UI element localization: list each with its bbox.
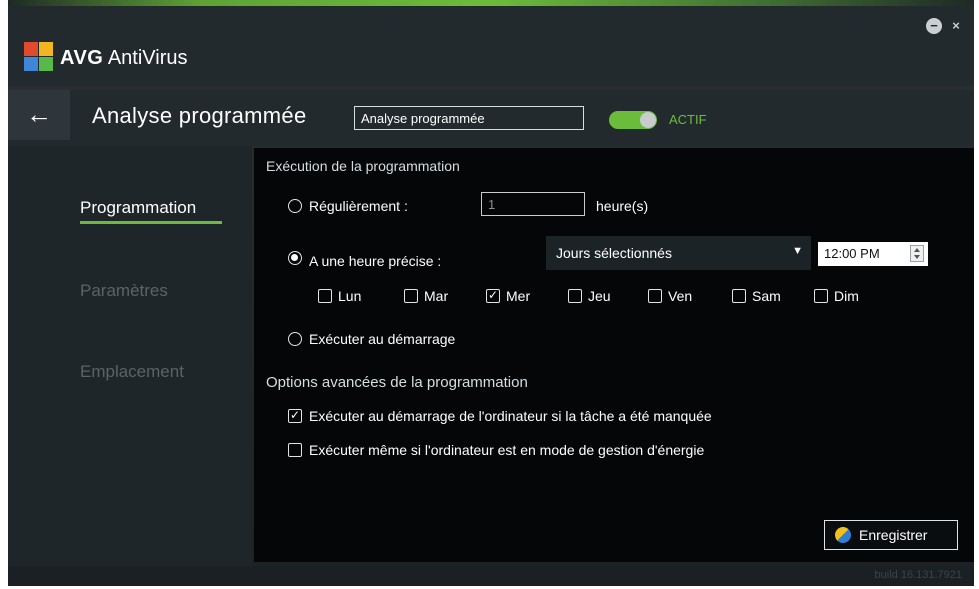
startup-label: Exécuter au démarrage xyxy=(309,331,456,347)
sidebar-item-emplacement[interactable]: Emplacement xyxy=(80,362,184,382)
days-select-value: Jours sélectionnés xyxy=(556,245,672,261)
precise-time-radio[interactable] xyxy=(288,251,302,265)
save-button[interactable]: Enregistrer xyxy=(824,520,958,550)
build-version: build 16.131.7921 xyxy=(874,569,962,581)
toggle-knob xyxy=(640,112,656,128)
precise-time-label: A une heure précise : xyxy=(309,253,442,269)
page-header: ← Analyse programmée ACTIF xyxy=(8,90,974,146)
day-checkbox-jeu[interactable] xyxy=(568,289,582,303)
schedule-section-title: Exécution de la programmation xyxy=(266,158,460,174)
days-select[interactable]: Jours sélectionnés ▼ xyxy=(546,236,811,270)
day-checkbox-mer[interactable]: ✓ xyxy=(486,289,500,303)
back-button[interactable]: ← xyxy=(8,90,70,140)
status-bar: build 16.131.7921 xyxy=(8,566,974,586)
day-label-sam: Sam xyxy=(752,288,781,304)
toggle-label: ACTIF xyxy=(669,112,707,127)
sidebar-item-programmation[interactable]: Programmation xyxy=(80,198,196,218)
sidebar-item-parametres[interactable]: Paramètres xyxy=(80,281,168,301)
day-label-jeu: Jeu xyxy=(588,288,611,304)
scan-name-input[interactable] xyxy=(354,106,584,130)
day-checkbox-lun[interactable] xyxy=(318,289,332,303)
power-mode-label: Exécuter même si l'ordinateur est en mod… xyxy=(309,442,705,458)
page-title: Analyse programmée xyxy=(92,103,307,128)
avg-logo-icon xyxy=(24,42,54,72)
missed-task-checkbox[interactable]: ✓ xyxy=(288,409,302,423)
missed-task-label: Exécuter au démarrage de l'ordinateur si… xyxy=(309,408,712,424)
hours-input[interactable] xyxy=(481,192,585,216)
advanced-section-title: Options avancées de la programmation xyxy=(266,374,528,391)
shield-icon xyxy=(835,527,851,543)
product-name: AntiVirus xyxy=(107,47,188,69)
active-tab-indicator xyxy=(80,221,222,224)
hours-unit-label: heure(s) xyxy=(596,198,649,214)
sidebar: Programmation Paramètres Emplacement xyxy=(8,146,252,566)
day-checkbox-dim[interactable] xyxy=(814,289,828,303)
day-label-mar: Mar xyxy=(424,288,449,304)
day-label-lun: Lun xyxy=(338,288,362,304)
schedule-panel: Exécution de la programmation Régulièrem… xyxy=(254,148,974,562)
day-label-mer: Mer xyxy=(506,288,531,304)
time-value: 12:00 PM xyxy=(824,246,880,261)
close-icon[interactable]: × xyxy=(948,18,964,34)
active-toggle[interactable] xyxy=(609,111,657,129)
day-label-ven: Ven xyxy=(668,288,693,304)
day-checkbox-mar[interactable] xyxy=(404,289,418,303)
app-window: AVG AntiVirus − × ← Analyse programmée A… xyxy=(8,0,974,586)
save-button-label: Enregistrer xyxy=(859,527,928,543)
arrow-left-icon: ← xyxy=(26,99,52,129)
day-label-dim: Dim xyxy=(834,288,859,304)
title-bar: AVG AntiVirus − × xyxy=(8,6,974,86)
power-mode-checkbox[interactable] xyxy=(288,443,302,457)
dropdown-arrow-icon: ▼ xyxy=(792,245,803,257)
regular-radio[interactable] xyxy=(288,199,302,213)
day-checkbox-ven[interactable] xyxy=(648,289,662,303)
app-title: AVG AntiVirus xyxy=(60,47,187,70)
minimize-icon[interactable]: − xyxy=(926,18,942,34)
time-field[interactable]: 12:00 PM xyxy=(818,242,928,266)
regular-label: Régulièrement : xyxy=(309,198,408,214)
day-checkbox-sam[interactable] xyxy=(732,289,746,303)
time-spinner-icon[interactable] xyxy=(910,245,924,262)
startup-radio[interactable] xyxy=(288,332,302,346)
brand-name: AVG xyxy=(60,47,104,69)
